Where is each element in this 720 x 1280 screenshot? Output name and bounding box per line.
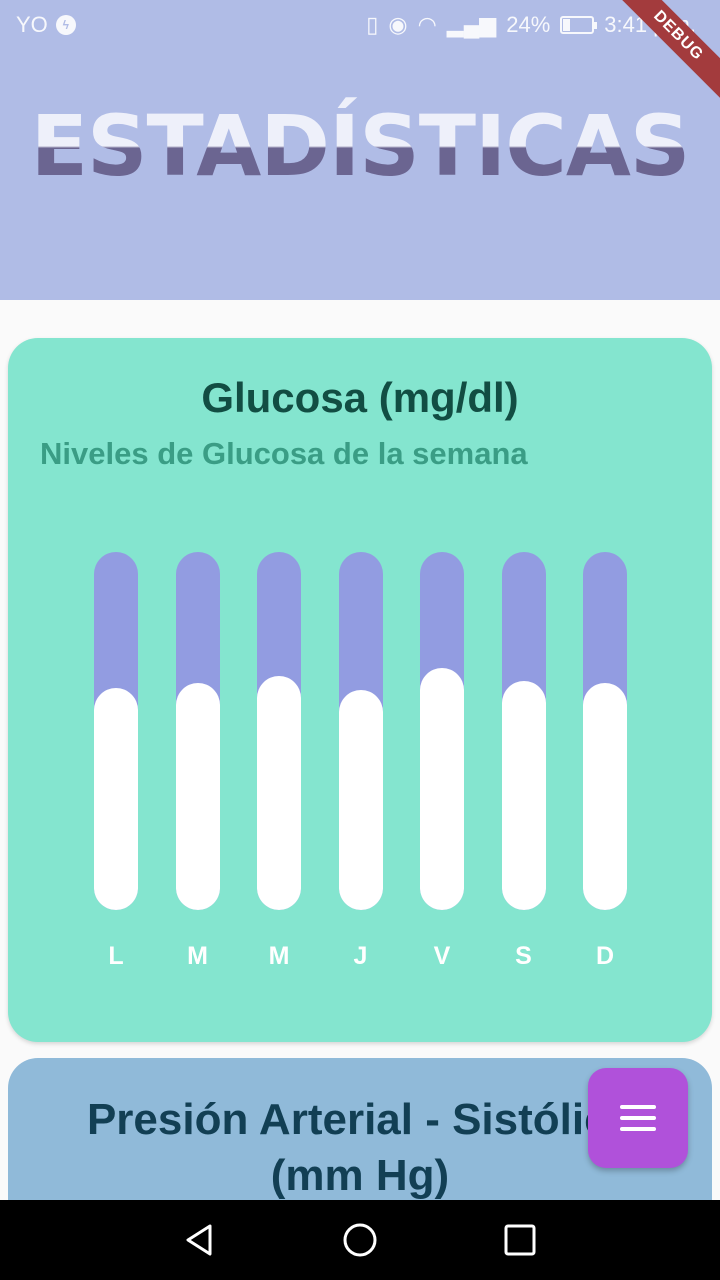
home-icon[interactable]	[340, 1220, 380, 1260]
glucose-bar-chart: LMMJVSD	[8, 338, 712, 1042]
system-nav-bar	[0, 1200, 720, 1280]
eye-icon: ◉	[388, 12, 408, 37]
bar-6	[583, 682, 627, 910]
battery-percent: 24%	[506, 12, 551, 37]
bar-0	[94, 688, 138, 910]
x-tick-label: L	[108, 942, 124, 970]
status-bar: YO ϟ ▯ ◉ ◠ ▂▄▆ 24% 3:41 p.m.	[0, 0, 720, 50]
bar-track	[501, 552, 546, 910]
x-tick-label: J	[353, 942, 368, 970]
battery-icon	[560, 16, 598, 34]
messenger-icon: ϟ	[55, 15, 76, 35]
wifi-icon: ◠	[417, 12, 437, 37]
back-icon[interactable]	[180, 1220, 220, 1260]
x-tick-label: S	[515, 942, 532, 970]
bar-track	[94, 552, 138, 910]
x-tick-label: M	[187, 942, 208, 970]
bar-5	[501, 680, 546, 910]
carrier-label: YO	[16, 12, 48, 37]
x-tick-label: D	[595, 942, 615, 970]
bar-track	[583, 552, 627, 910]
menu-icon-line	[620, 1127, 656, 1131]
bar-track	[420, 552, 464, 910]
bar-track	[338, 552, 383, 910]
x-tick-label: V	[433, 942, 451, 970]
menu-icon-line	[620, 1116, 656, 1120]
bar-track	[175, 552, 220, 910]
bar-track	[257, 552, 301, 910]
status-left: YO ϟ	[16, 12, 76, 38]
menu-fab-button[interactable]	[588, 1068, 688, 1168]
glucose-card: Glucosa (mg/dl) Niveles de Glucosa de la…	[8, 338, 712, 1042]
signal-icon: ▂▄▆	[446, 12, 497, 37]
page-title: ESTADÍSTICAS	[0, 94, 720, 198]
vibrate-icon: ▯	[366, 12, 379, 37]
recents-icon[interactable]	[500, 1220, 540, 1260]
x-tick-label: M	[268, 942, 290, 970]
bar-4	[420, 668, 464, 910]
menu-icon-line	[620, 1105, 656, 1109]
bar-1	[175, 682, 220, 910]
bar-2	[257, 675, 301, 910]
bar-3	[338, 689, 383, 910]
